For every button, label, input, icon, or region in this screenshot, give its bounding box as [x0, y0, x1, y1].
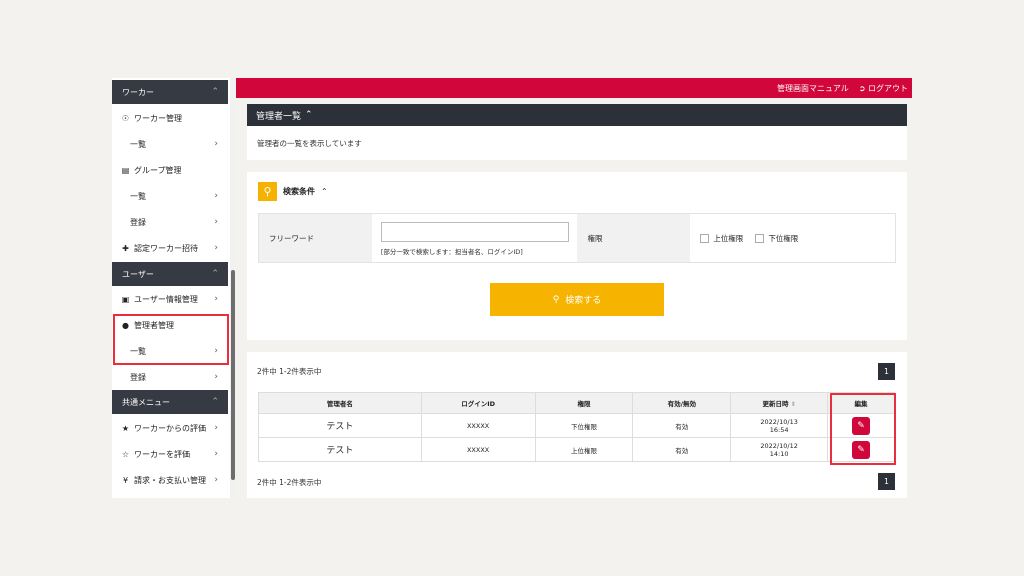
authority-label: 権限: [577, 214, 691, 262]
cell-login-id: XXXXX: [420, 437, 536, 462]
chevron-right-icon: ›: [214, 243, 218, 253]
sidebar-item-group-register[interactable]: 登録 ›: [112, 209, 228, 235]
results-card: 2件中 1-2件表示中 1 管理者名 ログインID 権限 有効/無効 更新日時 …: [247, 352, 907, 498]
sidebar-scrollbar-thumb[interactable]: [231, 270, 235, 480]
chevron-up-icon: ⌃: [211, 87, 219, 97]
search-conditions-table: フリーワード [部分一致で検索します：担当者名、ログインID] 権限 上位権限 …: [258, 213, 896, 263]
search-icon: ⚲: [552, 294, 560, 305]
sidebar-item-billing[interactable]: ¥ 請求・お支払い管理 ›: [112, 467, 228, 493]
search-conditions-title[interactable]: ⚲ 検索条件 ⌃: [258, 182, 328, 201]
chevron-up-icon: ⌃: [305, 110, 313, 120]
cell-updated: 2022/10/13 16:54: [730, 413, 829, 438]
sidebar-section-worker[interactable]: ワーカー ⌃: [112, 80, 228, 104]
star-outline-icon: ☆: [121, 449, 130, 459]
freeword-input[interactable]: [380, 222, 569, 242]
yen-icon: ¥: [122, 475, 129, 485]
page-header-card: 管理者一覧 ⌃ 管理者の一覧を表示しています: [247, 104, 907, 160]
sidebar-item-evaluate-worker[interactable]: ☆ ワーカーを評価 ›: [112, 441, 228, 467]
freeword-label: フリーワード: [259, 214, 372, 262]
checkbox-icon: [700, 233, 710, 243]
admin-table: 管理者名 ログインID 権限 有効/無効 更新日時 ⇕ 編集 テスト XXXXX…: [258, 392, 895, 462]
group-icon: ▤: [121, 165, 130, 175]
search-card: ⚲ 検索条件 ⌃ フリーワード [部分一致で検索します：担当者名、ログインID]…: [247, 172, 907, 340]
cell-name: テスト: [258, 413, 422, 438]
checkbox-icon: [755, 233, 765, 243]
sidebar-item-worker-management[interactable]: ☉ ワーカー管理: [112, 105, 228, 131]
chevron-right-icon: ›: [214, 475, 218, 485]
chevron-right-icon: ›: [214, 449, 218, 459]
sidebar-item-evaluation-from-worker[interactable]: ★ ワーカーからの評価 ›: [112, 415, 228, 441]
search-button[interactable]: ⚲ 検索する: [490, 283, 664, 316]
column-header-login-id: ログインID: [420, 392, 536, 414]
cell-authority: 上位権限: [534, 437, 634, 462]
user-plus-icon: ✚: [122, 243, 129, 253]
search-icon: ⚲: [258, 182, 277, 201]
sidebar-item-admin-register[interactable]: 登録 ›: [112, 364, 228, 390]
logout-icon: ➲: [858, 83, 868, 93]
sidebar-section-user[interactable]: ユーザー ⌃: [112, 262, 228, 286]
sidebar-item-group-list[interactable]: 一覧 ›: [112, 183, 228, 209]
sidebar-item-group-management[interactable]: ▤ グループ管理: [112, 157, 228, 183]
authority-upper-checkbox[interactable]: 上位権限: [700, 233, 743, 244]
chevron-right-icon: ›: [214, 139, 218, 149]
id-card-icon: ▣: [121, 294, 130, 304]
chevron-right-icon: ›: [214, 372, 218, 382]
freeword-hint: [部分一致で検索します：担当者名、ログインID]: [380, 248, 523, 256]
page-title-bar[interactable]: 管理者一覧 ⌃: [247, 104, 907, 126]
cell-name: テスト: [258, 437, 422, 462]
sort-icon[interactable]: ⇕: [791, 401, 796, 408]
chevron-up-icon: ⌃: [211, 397, 219, 407]
pagination-page-top[interactable]: 1: [878, 363, 895, 380]
highlight-edit-column: [830, 393, 896, 465]
sidebar: ワーカー ⌃ ☉ ワーカー管理 一覧 › ▤ グループ管理 一覧 › 登録 › ✚ 認…: [112, 78, 236, 498]
freeword-cell: [部分一致で検索します：担当者名、ログインID]: [372, 214, 578, 262]
table-header-row: 管理者名 ログインID 権限 有効/無効 更新日時 ⇕ 編集: [258, 392, 895, 414]
column-header-updated[interactable]: 更新日時 ⇕: [730, 392, 829, 414]
sidebar-item-worker-list[interactable]: 一覧 ›: [112, 131, 228, 157]
pagination-page-bottom[interactable]: 1: [878, 473, 895, 490]
column-header-status: 有効/無効: [632, 392, 732, 414]
chevron-right-icon: ›: [214, 294, 218, 304]
star-filled-icon: ★: [121, 423, 130, 433]
result-count-top: 2件中 1-2件表示中: [257, 367, 322, 376]
page-description: 管理者の一覧を表示しています: [257, 139, 362, 148]
manual-link[interactable]: 管理画面マニュアル: [777, 83, 849, 94]
highlight-admin-menu: [113, 314, 229, 365]
logout-link[interactable]: ➲ ログアウト: [859, 83, 908, 94]
authority-cell: 上位権限 下位権限: [690, 214, 895, 262]
sidebar-item-invite-worker[interactable]: ✚ 認定ワーカー招待 ›: [112, 235, 228, 261]
column-header-authority: 権限: [534, 392, 634, 414]
person-outline-icon: ☉: [121, 113, 130, 123]
result-count-bottom: 2件中 1-2件表示中: [257, 478, 322, 487]
authority-lower-checkbox[interactable]: 下位権限: [755, 233, 798, 244]
column-header-name: 管理者名: [258, 392, 422, 414]
chevron-up-icon: ⌃: [321, 187, 328, 196]
cell-login-id: XXXXX: [420, 413, 536, 438]
sidebar-item-user-info[interactable]: ▣ ユーザー情報管理 ›: [112, 286, 228, 312]
table-row: テスト XXXXX 上位権限 有効 2022/10/12 14:10 ✎: [258, 437, 895, 462]
cell-authority: 下位権限: [534, 413, 634, 438]
chevron-right-icon: ›: [214, 423, 218, 433]
top-bar: 管理画面マニュアル ➲ ログアウト: [236, 78, 912, 98]
chevron-up-icon: ⌃: [211, 269, 219, 279]
table-row: テスト XXXXX 下位権限 有効 2022/10/13 16:54 ✎: [258, 413, 895, 438]
cell-updated: 2022/10/12 14:10: [730, 437, 829, 462]
sidebar-section-common[interactable]: 共通メニュー ⌃: [112, 390, 228, 414]
cell-status: 有効: [632, 413, 732, 438]
chevron-right-icon: ›: [214, 191, 218, 201]
chevron-right-icon: ›: [214, 217, 218, 227]
page-title: 管理者一覧: [256, 111, 302, 122]
cell-status: 有効: [632, 437, 732, 462]
